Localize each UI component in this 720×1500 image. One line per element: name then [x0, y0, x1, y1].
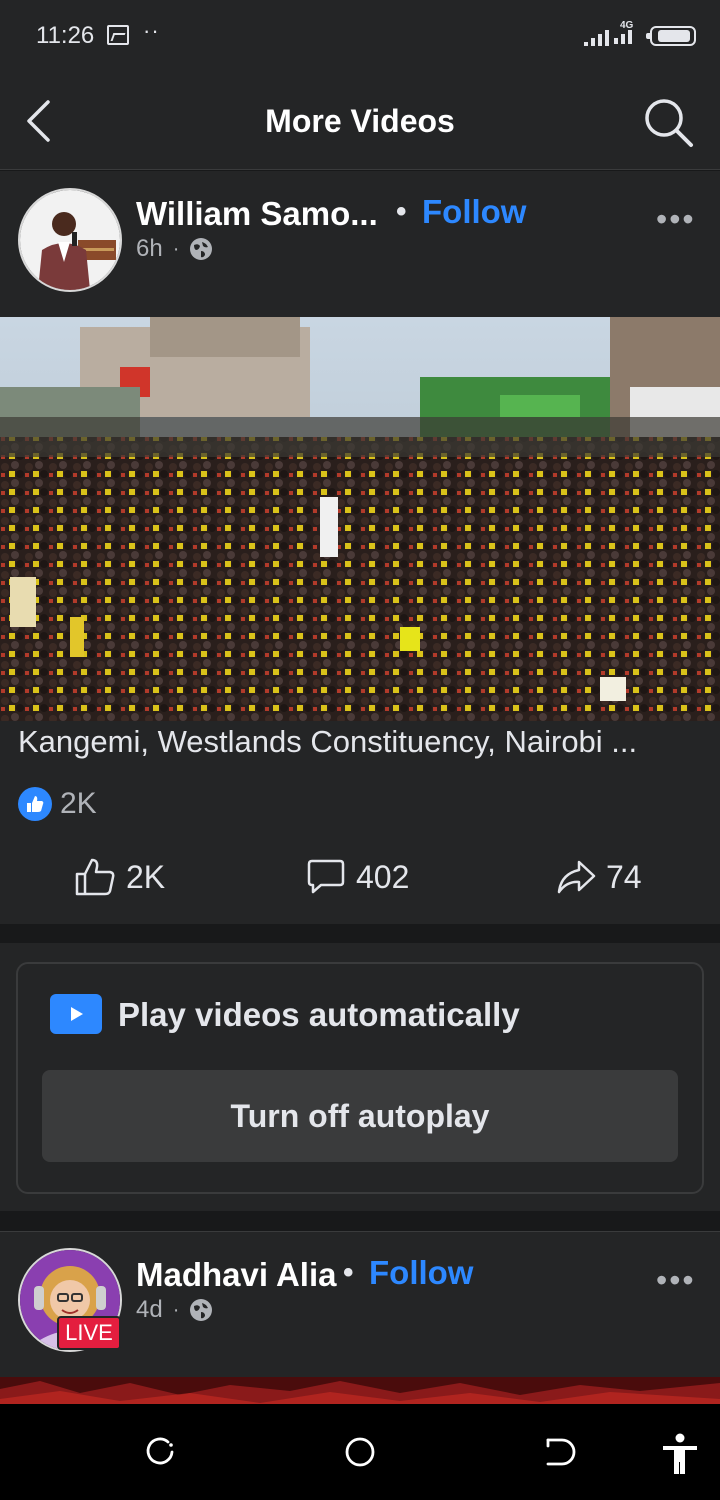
comment-button[interactable]: 402: [306, 857, 409, 897]
recent-apps-icon: [146, 1437, 174, 1465]
video-post: William Samo... • Follow 6h · ••• Kangem…: [0, 171, 720, 924]
signal-icon-secondary: [614, 30, 632, 44]
more-options-button-2[interactable]: •••: [656, 1262, 700, 1298]
system-back-button[interactable]: [540, 1432, 580, 1472]
globe-icon: [190, 1299, 213, 1321]
like-reaction-icon: [18, 787, 52, 821]
accessibility-button[interactable]: [660, 1432, 700, 1474]
signal-icon: [584, 30, 609, 46]
battery-icon: [646, 26, 696, 46]
image-icon: [107, 25, 129, 45]
meta-separator-2: ·: [172, 1298, 180, 1321]
top-bar: More Videos: [0, 72, 720, 170]
author-name-2[interactable]: Madhavi Alia: [136, 1256, 337, 1294]
video-player[interactable]: [0, 317, 720, 721]
search-button[interactable]: [640, 94, 696, 150]
status-time: 11:26: [36, 22, 95, 49]
post-meta: 6h ·: [136, 235, 213, 263]
comment-icon: [307, 859, 345, 894]
post-time: 6h: [136, 235, 163, 262]
autoplay-card: Play videos automatically Turn off autop…: [0, 943, 720, 1211]
follow-button[interactable]: Follow: [422, 193, 526, 231]
globe-icon: [190, 238, 213, 260]
share-count: 74: [606, 858, 642, 895]
network-type: 4G: [620, 20, 634, 31]
follow-separator-2: •: [343, 1256, 354, 1289]
post-caption[interactable]: Kangemi, Westlands Constituency, Nairobi…: [18, 724, 704, 760]
status-bar: 11:26 ·· 4G: [0, 0, 720, 72]
status-dots: ··: [143, 18, 160, 43]
reaction-summary[interactable]: 2K: [18, 787, 97, 821]
like-count: 2K: [126, 858, 166, 895]
comment-count: 402: [356, 858, 410, 895]
post-actions: 2K 402 74: [0, 851, 720, 921]
live-badge: LIVE: [57, 1316, 121, 1350]
turn-off-autoplay-button[interactable]: Turn off autoplay: [42, 1070, 678, 1162]
video-post-2: LIVE Madhavi Alia • Follow 4d · •••: [0, 1231, 720, 1407]
author-avatar[interactable]: [18, 188, 122, 292]
more-options-button[interactable]: •••: [656, 201, 700, 237]
play-video-icon: [50, 994, 102, 1034]
page-title: More Videos: [265, 103, 455, 139]
back-arrow-icon: [546, 1438, 576, 1466]
autoplay-title: Play videos automatically: [118, 996, 520, 1033]
follow-button-2[interactable]: Follow: [369, 1254, 473, 1292]
share-button[interactable]: 74: [556, 857, 642, 897]
post-meta-2: 4d ·: [136, 1296, 213, 1324]
video-player-2[interactable]: [0, 1377, 720, 1407]
home-button[interactable]: [340, 1432, 380, 1472]
follow-separator: •: [396, 195, 407, 228]
meta-separator: ·: [172, 237, 180, 260]
autoplay-panel: Play videos automatically Turn off autop…: [16, 962, 704, 1194]
video-frame: [0, 317, 720, 721]
like-button[interactable]: 2K: [74, 857, 165, 897]
author-name[interactable]: William Samo...: [136, 195, 378, 233]
home-icon: [345, 1437, 375, 1467]
share-icon: [557, 860, 596, 894]
search-icon: [645, 99, 693, 147]
thumbs-up-icon: [75, 858, 115, 896]
system-nav-bar: [0, 1404, 720, 1500]
accessibility-icon: [663, 1433, 697, 1474]
post-time-2: 4d: [136, 1296, 163, 1323]
recent-apps-button[interactable]: [140, 1432, 180, 1472]
reaction-count: 2K: [60, 787, 97, 820]
